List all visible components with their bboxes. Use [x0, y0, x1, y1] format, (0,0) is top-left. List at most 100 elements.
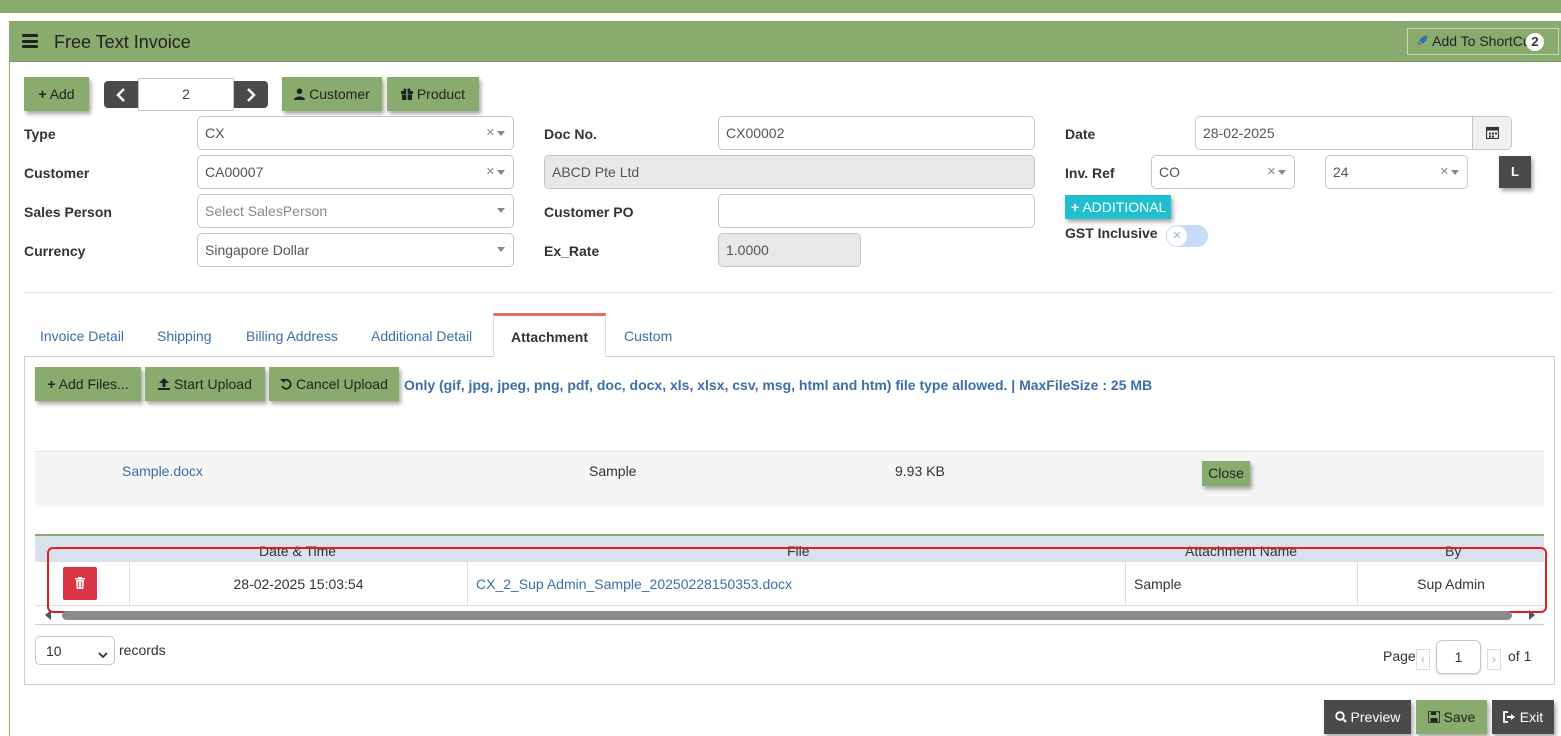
- undo-icon: [280, 378, 292, 390]
- upload-icon: [158, 378, 171, 390]
- gst-inclusive-label: GST Inclusive: [1065, 225, 1158, 241]
- add-to-shortcut-button[interactable]: Add To ShortCut 2: [1407, 28, 1559, 55]
- pending-file-row: Sample.docx Sample 9.93 KB Close: [35, 451, 1544, 507]
- page-number-input[interactable]: 1: [1436, 640, 1481, 674]
- customer-name-field: ABCD Pte Ltd: [544, 155, 1035, 189]
- records-per-page-select[interactable]: 10: [35, 636, 115, 665]
- page-title: Free Text Invoice: [54, 32, 191, 52]
- customer-po-label: Customer PO: [544, 204, 634, 220]
- horizontal-scrollbar[interactable]: [40, 609, 1540, 621]
- inv-ref-number-value: 24: [1333, 164, 1349, 180]
- date-value: 28-02-2025: [1203, 125, 1275, 141]
- chevron-right-icon: [247, 88, 256, 102]
- gst-inclusive-toggle[interactable]: ✕: [1166, 225, 1208, 247]
- chevron-left-icon: [116, 88, 125, 102]
- shortcut-count-badge: 2: [1526, 33, 1544, 51]
- type-select[interactable]: CX ✕: [197, 116, 514, 150]
- doc-no-input[interactable]: CX00002: [718, 116, 1035, 150]
- menu-icon[interactable]: [22, 34, 38, 48]
- tab-custom[interactable]: Custom: [624, 328, 672, 344]
- additional-button[interactable]: + ADDITIONAL: [1065, 195, 1171, 219]
- type-value: CX: [205, 125, 225, 141]
- highlight-box: [47, 547, 1547, 613]
- plus-icon: +: [1071, 199, 1080, 215]
- inv-ref-prefix-select[interactable]: CO ✕: [1151, 155, 1295, 189]
- add-files-label: Add Files...: [58, 376, 129, 392]
- chevron-down-icon[interactable]: [495, 243, 505, 255]
- start-upload-label: Start Upload: [174, 376, 252, 392]
- next-record-button[interactable]: [234, 81, 268, 108]
- save-label: Save: [1443, 709, 1476, 725]
- x-icon: ✕: [1167, 226, 1187, 246]
- record-number-input[interactable]: 2: [138, 78, 234, 111]
- chevron-down-icon[interactable]: [495, 204, 505, 216]
- table-bottom-border: [35, 624, 1544, 625]
- user-icon: [294, 88, 306, 100]
- inv-ref-label: Inv. Ref: [1065, 165, 1115, 181]
- cancel-upload-label: Cancel Upload: [296, 376, 388, 392]
- sign-out-icon: [1502, 711, 1515, 723]
- add-button-label: Add: [49, 86, 75, 102]
- clear-and-dropdown-icon[interactable]: ✕: [486, 165, 505, 178]
- currency-value: Singapore Dollar: [205, 242, 310, 258]
- tab-billing-address[interactable]: Billing Address: [246, 328, 338, 344]
- scroll-left-icon[interactable]: [45, 610, 51, 620]
- customer-label: Customer: [24, 165, 90, 181]
- calendar-button[interactable]: [1472, 117, 1511, 149]
- page-total-label: of 1: [1508, 648, 1532, 664]
- top-strip: [0, 0, 1561, 13]
- calendar-icon: [1486, 126, 1499, 139]
- sales-person-select[interactable]: Select SalesPerson: [197, 194, 514, 228]
- clear-and-dropdown-icon[interactable]: ✕: [486, 126, 505, 139]
- add-files-button[interactable]: + Add Files...: [35, 367, 141, 401]
- tab-additional-detail[interactable]: Additional Detail: [371, 328, 472, 344]
- sales-person-label: Sales Person: [24, 204, 112, 220]
- previous-page-button[interactable]: ‹: [1416, 649, 1430, 670]
- section-divider: [24, 292, 1554, 293]
- start-upload-button[interactable]: Start Upload: [145, 367, 265, 401]
- plus-icon: +: [47, 376, 56, 392]
- next-page-button[interactable]: ›: [1487, 649, 1501, 670]
- tab-invoice-detail[interactable]: Invoice Detail: [40, 328, 124, 344]
- exit-button[interactable]: Exit: [1492, 700, 1554, 734]
- customer-button[interactable]: Customer: [282, 77, 382, 111]
- preview-button[interactable]: Preview: [1324, 700, 1411, 734]
- customer-po-input[interactable]: [718, 194, 1035, 228]
- search-icon: [1334, 711, 1347, 723]
- previous-record-button[interactable]: [104, 81, 138, 108]
- additional-button-label: ADDITIONAL: [1082, 199, 1167, 215]
- preview-label: Preview: [1350, 709, 1401, 725]
- currency-select[interactable]: Singapore Dollar: [197, 233, 514, 267]
- attachment-panel: [24, 356, 1555, 685]
- l-button[interactable]: L: [1499, 156, 1531, 188]
- inv-ref-number-select[interactable]: 24 ✕: [1325, 155, 1468, 189]
- add-button[interactable]: + Add: [24, 77, 89, 111]
- shortcut-label: Add To ShortCut: [1432, 33, 1535, 49]
- clear-and-dropdown-icon[interactable]: ✕: [1267, 165, 1286, 178]
- ex-rate-label: Ex_Rate: [544, 243, 600, 259]
- customer-select[interactable]: CA00007 ✕: [197, 155, 514, 189]
- page-label: Page: [1383, 648, 1416, 664]
- customer-button-label: Customer: [309, 86, 370, 102]
- cancel-upload-button[interactable]: Cancel Upload: [269, 367, 399, 401]
- pending-file-title: Sample: [589, 463, 637, 479]
- save-button[interactable]: Save: [1416, 700, 1487, 734]
- tab-attachment[interactable]: Attachment: [493, 313, 606, 357]
- records-label: records: [119, 642, 166, 658]
- pending-file-name[interactable]: Sample.docx: [122, 463, 203, 479]
- save-icon: [1426, 710, 1441, 724]
- scroll-right-icon[interactable]: [1529, 610, 1535, 620]
- inv-ref-prefix-value: CO: [1159, 164, 1180, 180]
- clear-and-dropdown-icon[interactable]: ✕: [1440, 165, 1459, 178]
- scrollbar-thumb[interactable]: [62, 611, 1512, 620]
- product-button[interactable]: Product: [387, 77, 479, 111]
- gift-icon: [400, 88, 413, 100]
- records-per-page-value: 10: [46, 643, 62, 659]
- pending-file-size: 9.93 KB: [895, 463, 945, 479]
- type-label: Type: [24, 126, 56, 142]
- allowed-file-types-note: Only (gif, jpg, jpeg, png, pdf, doc, doc…: [404, 377, 1153, 393]
- close-button[interactable]: Close: [1202, 461, 1250, 486]
- tab-shipping[interactable]: Shipping: [157, 328, 212, 344]
- product-button-label: Product: [416, 86, 466, 102]
- date-input[interactable]: 28-02-2025: [1195, 116, 1512, 150]
